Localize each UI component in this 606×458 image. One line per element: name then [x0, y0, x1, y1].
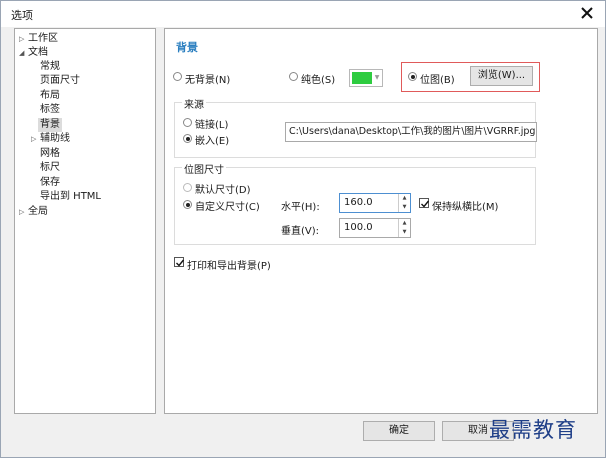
collapse-icon[interactable]: ◢	[19, 46, 28, 60]
horizontal-label: 水平(H):	[281, 202, 320, 213]
solid-color-label[interactable]: 纯色(S)	[301, 71, 335, 86]
arrow-down-icon[interactable]: ▼	[399, 203, 410, 212]
watermark-text: 最需教育	[489, 418, 577, 442]
arrow-up-icon[interactable]: ▲	[399, 194, 410, 203]
vertical-value[interactable]: 100.0	[344, 222, 373, 233]
tree-item-rulers[interactable]: 标尺	[40, 161, 60, 175]
panel-title: 背景	[176, 41, 198, 54]
source-group-title: 来源	[182, 96, 206, 111]
horizontal-value[interactable]: 160.0	[344, 197, 373, 208]
arrow-down-icon[interactable]: ▼	[399, 228, 410, 237]
expand-icon[interactable]: ▷	[19, 32, 28, 46]
stepper-arrows[interactable]: ▲ ▼	[398, 194, 410, 212]
color-picker[interactable]: ▼	[349, 69, 383, 87]
window-title: 选项	[11, 9, 33, 22]
bitmap-radio[interactable]	[408, 72, 417, 81]
horizontal-stepper[interactable]: 160.0 ▲ ▼	[339, 193, 411, 213]
dropdown-arrow-icon: ▼	[374, 74, 380, 81]
tree-item-layout[interactable]: 布局	[40, 89, 60, 103]
tree-item-document[interactable]: ◢ 文档	[19, 46, 48, 60]
default-size-label[interactable]: 默认尺寸(D)	[195, 181, 251, 196]
embed-label[interactable]: 嵌入(E)	[195, 132, 229, 147]
custom-size-label[interactable]: 自定义尺寸(C)	[195, 198, 260, 213]
tree-item-workspace[interactable]: ▷ 工作区	[19, 32, 58, 46]
source-group: 来源 链接(L) 嵌入(E) C:\Users\dana\Desktop\工作\…	[174, 96, 537, 158]
tree-item-general[interactable]: 常规	[40, 60, 60, 74]
close-icon[interactable]	[577, 3, 597, 23]
tree-item-background[interactable]: 背景	[38, 118, 62, 132]
no-background-label[interactable]: 无背景(N)	[185, 71, 230, 86]
tree-item-export-html[interactable]: 导出到 HTML	[40, 190, 101, 204]
bitmap-size-group: 位图尺寸 默认尺寸(D) 自定义尺寸(C) 水平(H): 160.0 ▲ ▼ 保持…	[174, 161, 536, 245]
background-settings-panel: 背景 无背景(N) 纯色(S) ▼ 位图(B) 浏览(W)... 来源 链接(L…	[164, 28, 598, 414]
file-path-field[interactable]: C:\Users\dana\Desktop\工作\我的图片\图片\VGRRF.j…	[285, 122, 537, 142]
tree-item-grid[interactable]: 网格	[40, 147, 60, 161]
expand-icon[interactable]: ▷	[19, 205, 28, 219]
color-swatch	[352, 72, 372, 84]
tree-item-save[interactable]: 保存	[40, 176, 60, 190]
custom-size-radio[interactable]	[183, 200, 192, 209]
no-background-radio[interactable]	[173, 72, 182, 81]
vertical-label: 垂直(V):	[281, 226, 320, 237]
settings-tree: ▷ 工作区 ◢ 文档 常规 页面尺寸 布局 标签 背景 ▷ 辅助线 网格 标尺 保存 …	[14, 28, 156, 414]
tree-item-labels[interactable]: 标签	[40, 103, 60, 117]
stepper-arrows[interactable]: ▲ ▼	[398, 219, 410, 237]
bitmap-size-group-title: 位图尺寸	[182, 161, 226, 176]
arrow-up-icon[interactable]: ▲	[399, 219, 410, 228]
browse-button[interactable]: 浏览(W)...	[470, 66, 533, 86]
tree-item-global[interactable]: ▷ 全局	[19, 205, 48, 219]
expand-icon[interactable]: ▷	[31, 132, 40, 146]
print-export-label[interactable]: 打印和导出背景(P)	[187, 257, 271, 272]
print-export-checkbox[interactable]	[174, 257, 185, 267]
solid-color-radio[interactable]	[289, 72, 298, 81]
options-dialog: 选项 ▷ 工作区 ◢ 文档 常规 页面尺寸 布局 标签 背景 ▷ 辅助线 网格 标尺 …	[0, 0, 606, 458]
bitmap-label[interactable]: 位图(B)	[420, 71, 455, 86]
ok-button[interactable]: 确定	[363, 421, 435, 441]
keep-ratio-label[interactable]: 保持纵横比(M)	[432, 198, 498, 213]
keep-ratio-checkbox[interactable]	[419, 198, 430, 208]
tree-item-page-size[interactable]: 页面尺寸	[40, 74, 80, 88]
link-radio[interactable]	[183, 118, 192, 127]
link-label[interactable]: 链接(L)	[195, 116, 228, 131]
vertical-stepper[interactable]: 100.0 ▲ ▼	[339, 218, 411, 238]
tree-item-guides[interactable]: ▷ 辅助线	[31, 132, 70, 146]
default-size-radio[interactable]	[183, 183, 192, 192]
embed-radio[interactable]	[183, 134, 192, 143]
title-bar: 选项	[1, 1, 605, 27]
